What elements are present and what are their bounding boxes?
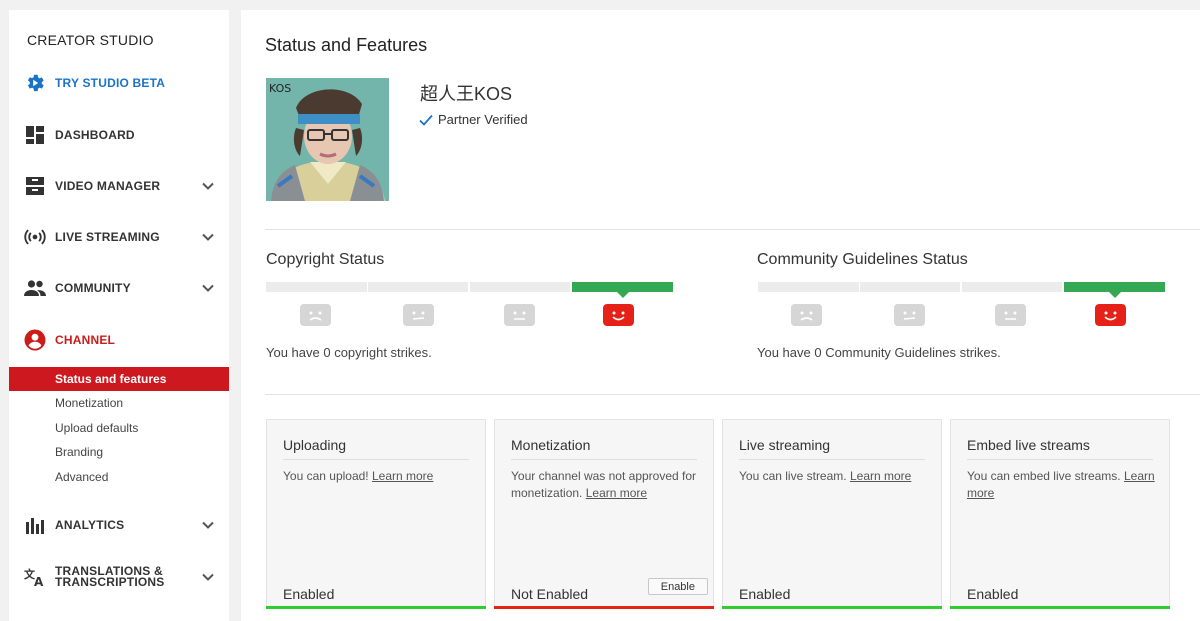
neutral-face-icon xyxy=(403,304,434,326)
chevron-down-icon[interactable] xyxy=(201,230,215,244)
sidebar-item-live-streaming[interactable]: LIVE STREAMING xyxy=(9,220,229,254)
card-state: Not Enabled xyxy=(511,586,589,602)
translate-icon: 文A xyxy=(24,566,46,588)
feature-card-uploading: Uploading You can upload! Learn more Ena… xyxy=(266,419,486,609)
learn-more-link[interactable]: Learn more xyxy=(850,469,911,483)
card-title: Embed live streams xyxy=(967,437,1153,460)
partner-verified: Partner Verified xyxy=(419,112,528,127)
people-icon xyxy=(24,277,46,299)
sidebar-item-analytics[interactable]: ANALYTICS xyxy=(9,508,229,542)
channel-avatar: KOS xyxy=(266,78,389,201)
sidebar-title: CREATOR STUDIO xyxy=(27,32,154,48)
sidebar-item-label: ANALYTICS xyxy=(55,518,125,532)
status-bar-enabled xyxy=(266,606,486,609)
sidebar-item-channel[interactable]: CHANNEL xyxy=(9,323,229,357)
live-icon xyxy=(24,226,46,248)
gear-play-icon xyxy=(24,72,46,94)
neutral-face-icon xyxy=(894,304,925,326)
label-line-2: TRANSCRIPTIONS xyxy=(55,575,165,589)
sidebar-item-label: TRANSLATIONS & TRANSCRIPTIONS xyxy=(55,565,165,589)
sidebar-subitem-advanced[interactable]: Advanced xyxy=(9,465,229,489)
feature-card-live-streaming: Live streaming You can live stream. Lear… xyxy=(722,419,942,609)
account-icon xyxy=(24,329,46,351)
community-status-title: Community Guidelines Status xyxy=(757,251,968,268)
channel-name: 超人王KOS xyxy=(420,84,513,104)
page-title: Status and Features xyxy=(265,35,428,55)
chevron-down-icon[interactable] xyxy=(201,281,215,295)
sidebar-item-label: DASHBOARD xyxy=(55,128,135,142)
sidebar-subitem-branding[interactable]: Branding xyxy=(9,440,229,464)
dashboard-icon xyxy=(24,124,46,146)
divider xyxy=(265,229,1200,230)
sidebar-item-label: VIDEO MANAGER xyxy=(55,179,161,193)
card-description: Your channel was not approved for moneti… xyxy=(511,468,699,502)
card-description: You can upload! Learn more xyxy=(283,468,471,485)
card-state: Enabled xyxy=(739,586,791,602)
copyright-status-title: Copyright Status xyxy=(266,251,385,268)
community-status-text: You have 0 Community Guidelines strikes. xyxy=(757,345,1001,360)
sidebar-subitem-status-and-features[interactable]: Status and features xyxy=(9,367,229,391)
sad-face-icon xyxy=(791,304,822,326)
divider xyxy=(265,394,1200,395)
sidebar-item-video-manager[interactable]: VIDEO MANAGER xyxy=(9,169,229,203)
card-state: Enabled xyxy=(967,586,1019,602)
learn-more-link[interactable]: Learn more xyxy=(586,486,647,500)
community-status-meter xyxy=(758,282,1165,298)
sidebar-item-label: TRY STUDIO BETA xyxy=(55,76,166,90)
svg-text:KOS: KOS xyxy=(269,82,291,95)
sidebar: CREATOR STUDIO TRY STUDIO BETA DASHBOARD… xyxy=(9,10,229,621)
feature-card-embed-live-streams: Embed live streams You can embed live st… xyxy=(950,419,1170,609)
learn-more-link[interactable]: Learn more xyxy=(372,469,433,483)
video-manager-icon xyxy=(24,175,46,197)
happy-face-icon xyxy=(603,304,634,326)
sad-face-icon xyxy=(300,304,331,326)
status-bar-enabled xyxy=(950,606,1170,609)
meter-segment xyxy=(266,282,367,292)
bar-chart-icon xyxy=(24,514,46,536)
status-bar-enabled xyxy=(722,606,942,609)
card-description-text: You can live stream. xyxy=(739,469,847,483)
copyright-status-meter xyxy=(266,282,673,298)
partner-status-text: Partner Verified xyxy=(438,112,528,127)
sidebar-subitem-upload-defaults[interactable]: Upload defaults xyxy=(9,416,229,440)
meter-pointer xyxy=(615,291,630,298)
meter-segment xyxy=(962,282,1062,292)
sidebar-item-translations[interactable]: 文A TRANSLATIONS & TRANSCRIPTIONS xyxy=(9,560,229,594)
sidebar-item-label: CHANNEL xyxy=(55,333,116,347)
neutral-face-icon xyxy=(504,304,535,326)
status-bar-disabled xyxy=(494,606,714,609)
checkmark-icon xyxy=(419,114,433,126)
card-title: Uploading xyxy=(283,437,469,460)
chevron-down-icon[interactable] xyxy=(201,518,215,532)
sidebar-item-community[interactable]: COMMUNITY xyxy=(9,271,229,305)
card-title: Monetization xyxy=(511,437,697,460)
card-state: Enabled xyxy=(283,586,335,602)
chevron-down-icon[interactable] xyxy=(201,179,215,193)
enable-monetization-button[interactable]: Enable xyxy=(647,578,708,595)
sidebar-item-try-studio-beta[interactable]: TRY STUDIO BETA xyxy=(9,66,229,100)
sidebar-subitem-monetization[interactable]: Monetization xyxy=(9,391,229,415)
svg-text:A: A xyxy=(34,575,44,587)
meter-segment xyxy=(860,282,960,292)
main-panel: Status and Features KOS 超人王KOS Partner V… xyxy=(241,10,1200,621)
meter-segment xyxy=(368,282,468,292)
sidebar-item-label: COMMUNITY xyxy=(55,281,131,295)
sidebar-item-label: LIVE STREAMING xyxy=(55,230,160,244)
card-description: You can live stream. Learn more xyxy=(739,468,927,485)
copyright-status-text: You have 0 copyright strikes. xyxy=(266,345,432,360)
meter-segment xyxy=(470,282,570,292)
chevron-down-icon[interactable] xyxy=(201,570,215,584)
feature-card-monetization: Monetization Your channel was not approv… xyxy=(494,419,714,609)
card-description: You can embed live streams. Learn more xyxy=(967,468,1155,502)
meter-pointer xyxy=(1107,291,1122,298)
card-description-text: You can embed live streams. xyxy=(967,469,1121,483)
sidebar-item-dashboard[interactable]: DASHBOARD xyxy=(9,118,229,152)
card-title: Live streaming xyxy=(739,437,925,460)
meter-segment xyxy=(758,282,859,292)
card-description-text: You can upload! xyxy=(283,469,369,483)
happy-face-icon xyxy=(1095,304,1126,326)
neutral-face-icon xyxy=(995,304,1026,326)
